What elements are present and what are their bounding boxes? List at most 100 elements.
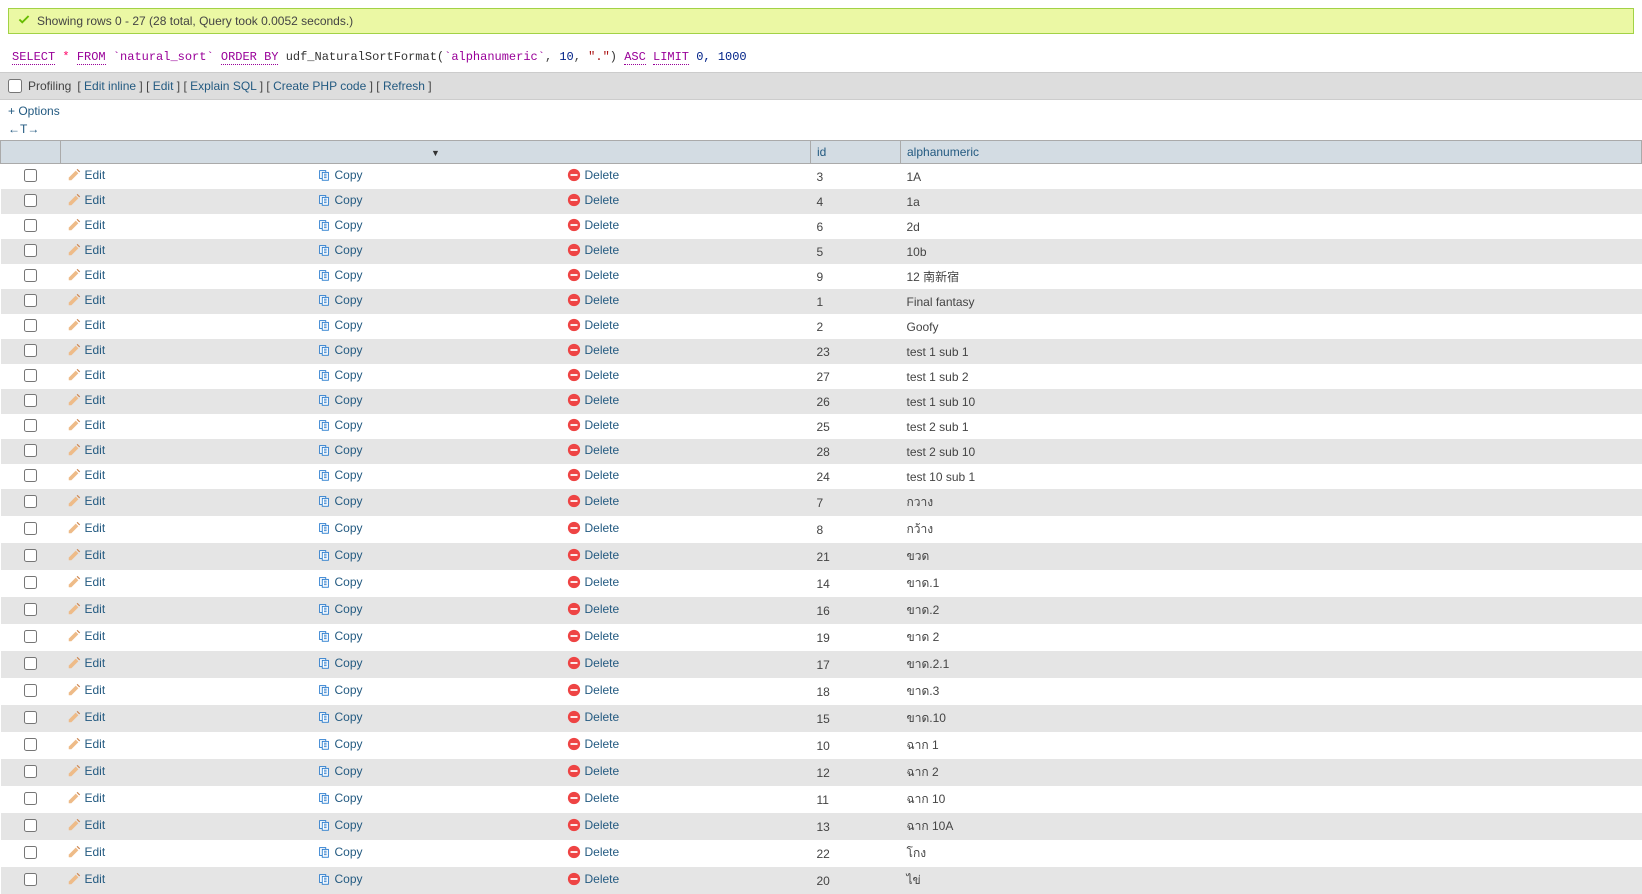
copy-row-button[interactable]: Copy: [317, 494, 363, 508]
row-checkbox[interactable]: [24, 444, 37, 457]
row-checkbox[interactable]: [24, 603, 37, 616]
edit-row-button[interactable]: Edit: [67, 521, 106, 535]
row-checkbox[interactable]: [24, 394, 37, 407]
delete-row-button[interactable]: Delete: [567, 243, 620, 257]
delete-row-button[interactable]: Delete: [567, 418, 620, 432]
delete-row-button[interactable]: Delete: [567, 268, 620, 282]
delete-row-button[interactable]: Delete: [567, 872, 620, 886]
row-checkbox[interactable]: [24, 549, 37, 562]
nav-left[interactable]: ←: [8, 122, 20, 136]
copy-row-button[interactable]: Copy: [317, 243, 363, 257]
row-checkbox[interactable]: [24, 630, 37, 643]
delete-row-button[interactable]: Delete: [567, 764, 620, 778]
copy-row-button[interactable]: Copy: [317, 443, 363, 457]
edit-row-button[interactable]: Edit: [67, 818, 106, 832]
copy-row-button[interactable]: Copy: [317, 656, 363, 670]
copy-row-button[interactable]: Copy: [317, 393, 363, 407]
profiling-checkbox[interactable]: [8, 79, 22, 93]
copy-row-button[interactable]: Copy: [317, 791, 363, 805]
row-checkbox[interactable]: [24, 873, 37, 886]
copy-row-button[interactable]: Copy: [317, 268, 363, 282]
row-checkbox[interactable]: [24, 294, 37, 307]
edit-row-button[interactable]: Edit: [67, 683, 106, 697]
row-checkbox[interactable]: [24, 194, 37, 207]
copy-row-button[interactable]: Copy: [317, 168, 363, 182]
delete-row-button[interactable]: Delete: [567, 193, 620, 207]
delete-row-button[interactable]: Delete: [567, 656, 620, 670]
copy-row-button[interactable]: Copy: [317, 818, 363, 832]
col-id[interactable]: id: [811, 141, 901, 164]
row-checkbox[interactable]: [24, 169, 37, 182]
row-checkbox[interactable]: [24, 819, 37, 832]
copy-row-button[interactable]: Copy: [317, 872, 363, 886]
edit-row-button[interactable]: Edit: [67, 168, 106, 182]
row-checkbox[interactable]: [24, 269, 37, 282]
toolbar-link-edit-inline[interactable]: Edit inline: [84, 79, 136, 93]
edit-row-button[interactable]: Edit: [67, 468, 106, 482]
copy-row-button[interactable]: Copy: [317, 602, 363, 616]
nav-right[interactable]: →: [27, 122, 39, 136]
row-checkbox[interactable]: [24, 419, 37, 432]
row-checkbox[interactable]: [24, 711, 37, 724]
row-checkbox[interactable]: [24, 738, 37, 751]
row-checkbox[interactable]: [24, 846, 37, 859]
copy-row-button[interactable]: Copy: [317, 293, 363, 307]
edit-row-button[interactable]: Edit: [67, 548, 106, 562]
delete-row-button[interactable]: Delete: [567, 293, 620, 307]
edit-row-button[interactable]: Edit: [67, 602, 106, 616]
row-checkbox[interactable]: [24, 765, 37, 778]
copy-row-button[interactable]: Copy: [317, 218, 363, 232]
copy-row-button[interactable]: Copy: [317, 764, 363, 778]
edit-row-button[interactable]: Edit: [67, 791, 106, 805]
copy-row-button[interactable]: Copy: [317, 575, 363, 589]
row-checkbox[interactable]: [24, 319, 37, 332]
edit-row-button[interactable]: Edit: [67, 293, 106, 307]
row-checkbox[interactable]: [24, 344, 37, 357]
toolbar-link-explain-sql[interactable]: Explain SQL: [190, 79, 256, 93]
delete-row-button[interactable]: Delete: [567, 683, 620, 697]
delete-row-button[interactable]: Delete: [567, 494, 620, 508]
delete-row-button[interactable]: Delete: [567, 368, 620, 382]
delete-row-button[interactable]: Delete: [567, 629, 620, 643]
edit-row-button[interactable]: Edit: [67, 737, 106, 751]
edit-row-button[interactable]: Edit: [67, 193, 106, 207]
row-checkbox[interactable]: [24, 657, 37, 670]
edit-row-button[interactable]: Edit: [67, 343, 106, 357]
row-checkbox[interactable]: [24, 469, 37, 482]
copy-row-button[interactable]: Copy: [317, 343, 363, 357]
delete-row-button[interactable]: Delete: [567, 548, 620, 562]
copy-row-button[interactable]: Copy: [317, 710, 363, 724]
edit-row-button[interactable]: Edit: [67, 218, 106, 232]
copy-row-button[interactable]: Copy: [317, 418, 363, 432]
delete-row-button[interactable]: Delete: [567, 168, 620, 182]
edit-row-button[interactable]: Edit: [67, 656, 106, 670]
delete-row-button[interactable]: Delete: [567, 218, 620, 232]
delete-row-button[interactable]: Delete: [567, 602, 620, 616]
row-checkbox[interactable]: [24, 369, 37, 382]
copy-row-button[interactable]: Copy: [317, 468, 363, 482]
copy-row-button[interactable]: Copy: [317, 521, 363, 535]
copy-row-button[interactable]: Copy: [317, 737, 363, 751]
row-checkbox[interactable]: [24, 244, 37, 257]
toolbar-link-edit[interactable]: Edit: [153, 79, 174, 93]
delete-row-button[interactable]: Delete: [567, 710, 620, 724]
edit-row-button[interactable]: Edit: [67, 393, 106, 407]
row-checkbox[interactable]: [24, 522, 37, 535]
edit-row-button[interactable]: Edit: [67, 443, 106, 457]
col-sort-indicator[interactable]: ▼: [61, 141, 811, 164]
edit-row-button[interactable]: Edit: [67, 872, 106, 886]
copy-row-button[interactable]: Copy: [317, 368, 363, 382]
toolbar-link-refresh[interactable]: Refresh: [383, 79, 425, 93]
delete-row-button[interactable]: Delete: [567, 818, 620, 832]
edit-row-button[interactable]: Edit: [67, 575, 106, 589]
col-alphanumeric[interactable]: alphanumeric: [901, 141, 1642, 164]
delete-row-button[interactable]: Delete: [567, 845, 620, 859]
copy-row-button[interactable]: Copy: [317, 629, 363, 643]
delete-row-button[interactable]: Delete: [567, 575, 620, 589]
copy-row-button[interactable]: Copy: [317, 193, 363, 207]
row-checkbox[interactable]: [24, 219, 37, 232]
edit-row-button[interactable]: Edit: [67, 845, 106, 859]
edit-row-button[interactable]: Edit: [67, 318, 106, 332]
edit-row-button[interactable]: Edit: [67, 629, 106, 643]
edit-row-button[interactable]: Edit: [67, 764, 106, 778]
